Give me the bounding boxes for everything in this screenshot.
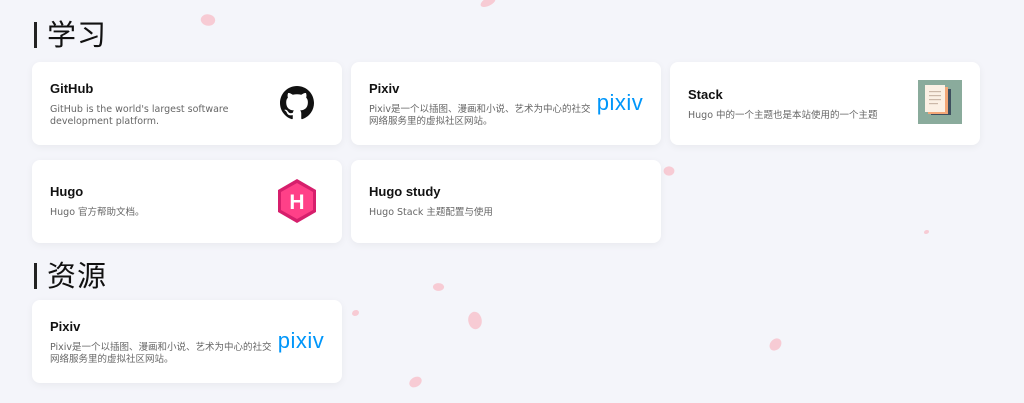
petal-decoration [479,0,497,9]
link-card-pixiv-resource[interactable]: Pixiv Pixiv是一个以插图、漫画和小说、艺术为中心的社交网络服务里的虚拟… [32,300,342,383]
pixiv-logo: pixiv [595,80,645,126]
petal-decoration [768,336,783,353]
petal-decoration [432,281,445,293]
card-description: Hugo 官方帮助文档。 [50,207,145,218]
hugo-icon: H [274,178,320,224]
pixiv-logo-text: pixiv [277,328,325,353]
link-card-hugo[interactable]: Hugo Hugo 官方帮助文档。 H [32,160,342,243]
petal-decoration [198,11,218,29]
link-card-pixiv[interactable]: Pixiv Pixiv是一个以插图、漫画和小说、艺术为中心的社交网络服务里的虚拟… [351,62,661,145]
petal-decoration [464,309,486,332]
card-title: Hugo study [369,184,441,199]
hugo-logo-letter: H [289,191,304,214]
section-title-study: 学习 [34,18,107,52]
section-title-text: 资源 [47,259,108,293]
section-bar [34,263,37,289]
section-title-text: 学习 [47,18,108,52]
card-description: Hugo Stack 主题配置与使用 [369,207,493,218]
section-title-resources: 资源 [34,259,107,293]
pixiv-logo-text: pixiv [596,90,644,115]
github-icon [274,80,320,126]
link-card-stack[interactable]: Stack Hugo 中的一个主题也是本站使用的一个主题 [670,62,980,145]
card-description: Pixiv是一个以插图、漫画和小说、艺术为中心的社交网络服务里的虚拟社区网站。 [369,104,591,127]
petal-decoration [661,163,677,179]
link-card-hugo-study[interactable]: Hugo study Hugo Stack 主题配置与使用 [351,160,661,243]
petal-decoration [352,310,359,316]
section-bar [34,22,37,48]
stack-theme-icon [918,80,962,124]
pixiv-logo: pixiv [276,318,326,364]
card-description: Pixiv是一个以插图、漫画和小说、艺术为中心的社交网络服务里的虚拟社区网站。 [50,342,272,365]
link-card-github[interactable]: GitHub GitHub is the world's largest sof… [32,62,342,145]
card-description: GitHub is the world's largest software d… [50,104,229,127]
petal-decoration [407,375,424,389]
petal-decoration [924,230,929,234]
card-description: Hugo 中的一个主题也是本站使用的一个主题 [688,110,878,121]
